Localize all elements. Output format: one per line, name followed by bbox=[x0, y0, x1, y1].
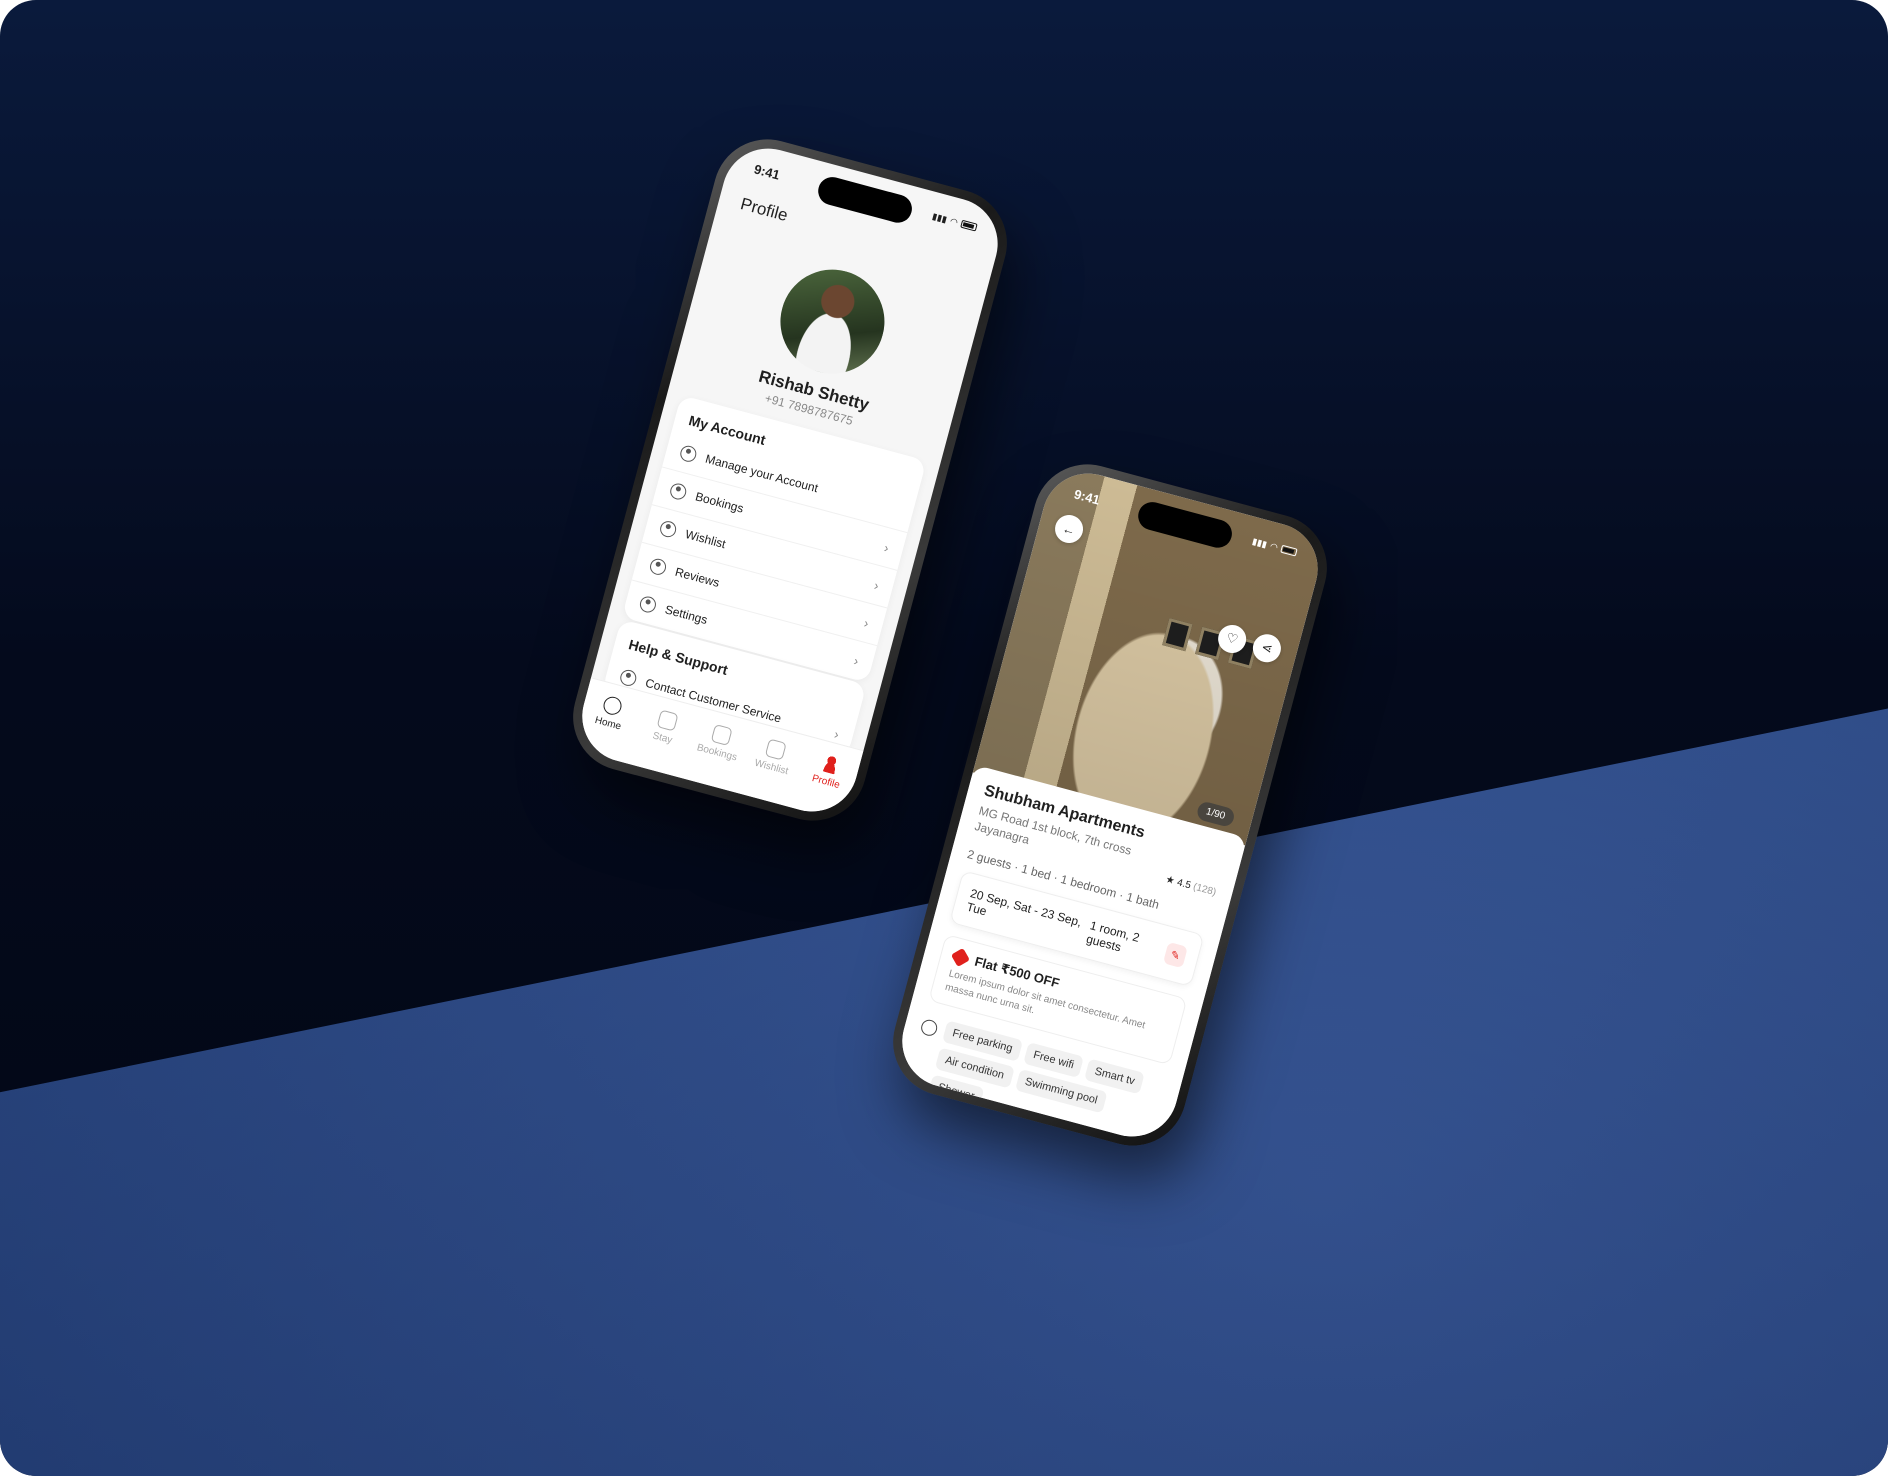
amenities-icon bbox=[919, 1018, 939, 1038]
user-icon bbox=[648, 557, 668, 577]
tab-label: Home bbox=[593, 714, 623, 733]
status-icons: ▮▮▮ ◠ bbox=[931, 211, 978, 233]
user-icon bbox=[819, 753, 842, 776]
signal-icon: ▮▮▮ bbox=[1251, 535, 1269, 550]
wifi-icon: ◠ bbox=[949, 215, 959, 227]
avatar[interactable] bbox=[768, 257, 897, 386]
status-time: 9:41 bbox=[1072, 485, 1102, 508]
profile-phone: 9:41 ▮▮▮ ◠ Profile Rishab Shetty +91 789… bbox=[560, 127, 1020, 833]
pencil-icon: ✎ bbox=[1169, 948, 1182, 963]
chevron-right-icon: › bbox=[862, 614, 871, 631]
tag-icon bbox=[950, 948, 970, 968]
tab-label: Wishlist bbox=[753, 757, 790, 778]
rating-value: 4.5 bbox=[1175, 877, 1193, 892]
tab-label: Profile bbox=[810, 773, 841, 792]
battery-icon bbox=[960, 219, 978, 232]
heart-icon: ♡ bbox=[1224, 629, 1240, 648]
user-icon bbox=[678, 443, 699, 464]
dynamic-island bbox=[815, 173, 916, 226]
user-icon bbox=[658, 519, 678, 539]
tab-label: Bookings bbox=[695, 742, 739, 764]
tab-profile[interactable]: Profile bbox=[799, 749, 858, 794]
share-icon: ⋖ bbox=[1259, 639, 1275, 657]
chevron-right-icon: › bbox=[852, 652, 861, 669]
wifi-icon: ◠ bbox=[1269, 540, 1279, 552]
home-icon bbox=[601, 694, 624, 717]
stay-icon bbox=[656, 709, 679, 732]
tab-label: Stay bbox=[651, 730, 674, 747]
star-icon: ★ bbox=[1164, 874, 1176, 888]
edit-button[interactable]: ✎ bbox=[1163, 942, 1188, 969]
user-icon bbox=[668, 481, 689, 502]
chevron-right-icon: › bbox=[872, 577, 881, 593]
room-guests: 1 room, 2 guests bbox=[1084, 918, 1141, 955]
tab-wishlist[interactable]: Wishlist bbox=[745, 734, 804, 779]
signal-icon: ▮▮▮ bbox=[931, 210, 949, 225]
chevron-right-icon: › bbox=[882, 539, 891, 556]
tab-bookings[interactable]: Bookings bbox=[690, 720, 749, 765]
calendar-icon bbox=[710, 723, 733, 747]
battery-icon bbox=[1280, 544, 1298, 557]
user-icon bbox=[638, 594, 658, 615]
tab-stay[interactable]: Stay bbox=[636, 705, 695, 750]
date-range: 20 Sep, Sat - 23 Sep, Tue bbox=[965, 886, 1084, 930]
chevron-right-icon: › bbox=[832, 725, 841, 742]
heart-icon bbox=[765, 738, 788, 761]
page-title: Profile bbox=[738, 194, 790, 226]
profile-screen: 9:41 ▮▮▮ ◠ Profile Rishab Shetty +91 789… bbox=[572, 138, 1008, 822]
status-time: 9:41 bbox=[752, 160, 782, 183]
arrow-left-icon: ← bbox=[1060, 520, 1078, 538]
tab-home[interactable]: Home bbox=[581, 690, 640, 735]
mockup-scene: 9:41 ▮▮▮ ◠ Profile Rishab Shetty +91 789… bbox=[0, 0, 1888, 1476]
